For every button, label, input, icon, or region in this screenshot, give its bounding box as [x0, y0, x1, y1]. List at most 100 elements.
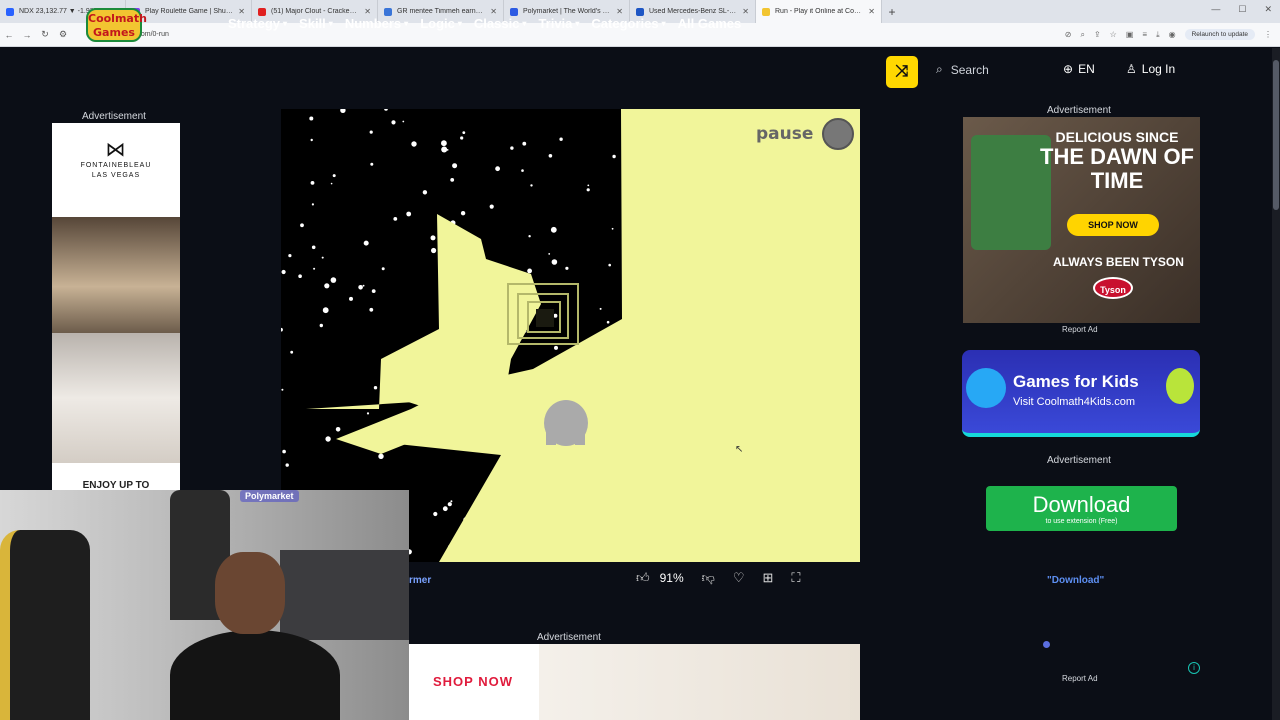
- nav-item-label: Trivia: [538, 16, 573, 31]
- thumbs-up-icon[interactable]: 👍︎: [636, 570, 650, 586]
- star: [332, 174, 336, 178]
- star: [587, 184, 590, 187]
- eye-off-icon[interactable]: ⊘: [1065, 30, 1072, 39]
- relaunch-button[interactable]: Relaunch to update: [1184, 29, 1255, 40]
- download-label: Download: [1032, 492, 1131, 517]
- bookmark-star-icon[interactable]: ☆: [1110, 30, 1117, 39]
- coolmath4kids-banner[interactable]: Games for Kids Visit Coolmath4Kids.com: [962, 350, 1200, 437]
- search-button[interactable]: ⌕ Search: [936, 62, 989, 77]
- bowtie-logo-icon: ⋈: [105, 139, 127, 161]
- minimize-icon[interactable]: —: [1211, 4, 1220, 15]
- ad-label-right-bottom: Advertisement: [1047, 455, 1111, 466]
- star: [311, 203, 314, 206]
- tab-close-icon[interactable]: ✕: [238, 7, 245, 16]
- nav-item-skill[interactable]: Skill ▾: [299, 16, 333, 31]
- star: [559, 137, 563, 141]
- nav-item-categories[interactable]: Categories ▾: [591, 16, 665, 31]
- nav-item-all-games[interactable]: All Games: [678, 16, 742, 31]
- star: [551, 259, 558, 265]
- star: [281, 269, 286, 275]
- report-ad-link-2[interactable]: Report Ad: [1062, 674, 1098, 683]
- heart-icon[interactable]: ♡: [733, 570, 745, 586]
- tyson-line2: THE DAWN OF TIME: [1040, 144, 1194, 193]
- star: [381, 267, 385, 271]
- nav-item-trivia[interactable]: Trivia ▾: [538, 16, 579, 31]
- shop-now-button[interactable]: SHOP NOW: [409, 644, 537, 720]
- shuffle-button[interactable]: ⤨: [886, 56, 918, 88]
- site-logo[interactable]: Coolmath Games: [86, 8, 147, 42]
- tab-favicon-icon: [384, 7, 392, 16]
- tab-close-icon[interactable]: ✕: [742, 7, 749, 16]
- kids-subtitle: Visit Coolmath4Kids.com: [1013, 396, 1136, 408]
- pause-button[interactable]: [822, 118, 854, 150]
- new-tab-icon[interactable]: +: [882, 5, 902, 19]
- nav-item-strategy[interactable]: Strategy ▾: [228, 16, 287, 31]
- star: [349, 296, 353, 301]
- star: [288, 254, 292, 258]
- browser-tab[interactable]: Run - Play it Online at Coolmath... ✕: [756, 0, 882, 23]
- maximize-icon[interactable]: ☐: [1238, 4, 1246, 15]
- close-window-icon[interactable]: ✕: [1264, 4, 1272, 15]
- nav-item-numbers[interactable]: Numbers ▾: [345, 16, 408, 31]
- split-view-icon[interactable]: ▣: [1126, 30, 1134, 39]
- star: [281, 388, 284, 391]
- octopus-mascot-icon: [966, 368, 1006, 408]
- star: [450, 178, 455, 182]
- star: [565, 266, 569, 270]
- ad-brand: ⋈ FONTAINEBLEAU LAS VEGAS: [52, 139, 180, 181]
- tyson-shop-button[interactable]: SHOP NOW: [1067, 214, 1159, 236]
- url-field[interactable]: coolmathgames.com/0-run: [86, 31, 1065, 38]
- tab-favicon-icon: [762, 7, 770, 16]
- kids-title: Games for Kids: [1013, 372, 1139, 391]
- star: [550, 226, 557, 233]
- game-title[interactable]: rmer: [409, 575, 431, 586]
- tab-close-icon[interactable]: ✕: [490, 7, 497, 16]
- star: [358, 285, 363, 290]
- reload-icon[interactable]: ↻: [36, 29, 54, 40]
- tab-close-icon[interactable]: ✕: [364, 7, 371, 16]
- ad-info-icon[interactable]: i: [1188, 662, 1200, 674]
- login-button[interactable]: ♙ Log In: [1126, 62, 1175, 76]
- report-ad-link[interactable]: Report Ad: [1062, 325, 1098, 334]
- tab-title: Run - Play it Online at Coolmath...: [775, 8, 864, 15]
- language-selector[interactable]: ⊕ EN: [1063, 62, 1095, 76]
- site-info-icon[interactable]: ⚙: [54, 29, 72, 40]
- menu-list-icon[interactable]: ≡: [1142, 30, 1147, 39]
- bottom-ad[interactable]: SHOP NOW: [409, 644, 860, 720]
- zoom-icon[interactable]: ⌕: [1080, 30, 1084, 40]
- gaming-chair: [0, 530, 90, 720]
- star: [324, 283, 330, 289]
- star: [369, 130, 373, 134]
- star: [309, 116, 314, 121]
- star: [322, 307, 329, 314]
- profile-icon[interactable]: ◉: [1169, 30, 1176, 39]
- controls-icon[interactable]: ⊞: [762, 570, 773, 586]
- tab-close-icon[interactable]: ✕: [868, 7, 875, 16]
- fullscreen-icon[interactable]: ⛶: [791, 570, 800, 586]
- thumbs-down-icon[interactable]: 👎︎: [702, 570, 715, 586]
- tyson-ad[interactable]: DELICIOUS SINCE THE DAWN OF TIME SHOP NO…: [963, 117, 1200, 323]
- pause-label[interactable]: pause: [756, 124, 813, 144]
- download-ad-button[interactable]: Download to use extension (Free): [986, 486, 1177, 531]
- nav-item-logic[interactable]: Logic ▾: [420, 16, 462, 31]
- nav-item-label: Categories: [591, 16, 659, 31]
- fontainebleau-ad[interactable]: ⋈ FONTAINEBLEAU LAS VEGAS ENJOY UP TO: [52, 123, 180, 493]
- forward-icon[interactable]: →: [18, 30, 36, 40]
- back-icon[interactable]: ←: [0, 30, 18, 40]
- star: [282, 449, 286, 454]
- tab-close-icon[interactable]: ✕: [616, 7, 623, 16]
- star: [433, 511, 438, 517]
- tab-favicon-icon: [258, 7, 266, 16]
- more-menu-icon[interactable]: ⋮: [1264, 30, 1272, 39]
- star: [298, 274, 302, 278]
- share-icon[interactable]: ⇪: [1094, 30, 1101, 39]
- scrollbar-thumb[interactable]: [1273, 60, 1279, 210]
- chevron-down-icon: ▾: [457, 19, 462, 28]
- search-label: Search: [950, 62, 989, 77]
- downloads-icon[interactable]: ⤓: [1156, 30, 1160, 40]
- nav-item-classic[interactable]: Classic ▾: [474, 16, 527, 31]
- streamer-webcam: [0, 490, 409, 720]
- chevron-down-icon: ▾: [522, 19, 527, 28]
- star: [430, 235, 436, 241]
- star: [363, 240, 369, 246]
